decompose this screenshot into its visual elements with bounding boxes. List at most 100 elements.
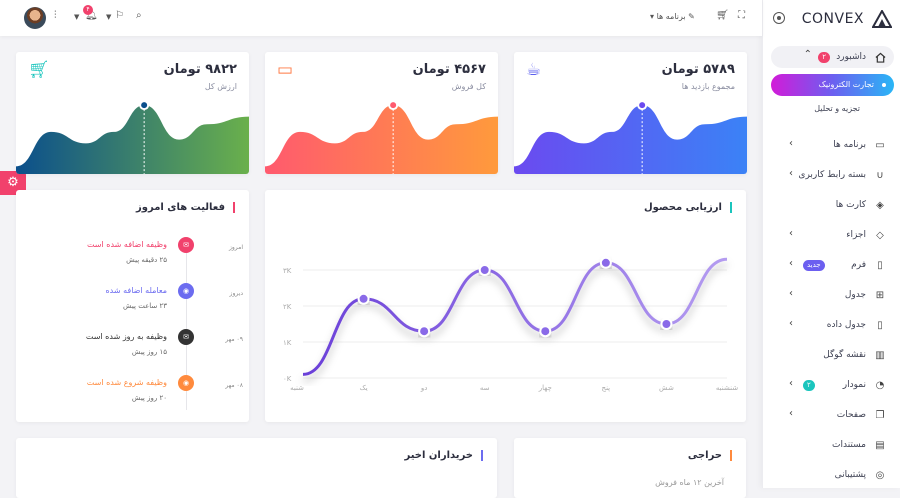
file-icon: ▯ (877, 259, 883, 271)
stat-wave-chart (265, 100, 498, 174)
edit-icon: ✎ (685, 12, 695, 21)
activity-date: ۰۸ مهر (225, 382, 243, 389)
activity-date: ۰۹ مهر (225, 336, 243, 343)
map-icon: ▥ (875, 349, 885, 361)
layers-icon: ◈ (876, 199, 884, 211)
chevron-left-icon: ‹ (789, 318, 793, 329)
magnet-icon: ∪ (876, 169, 884, 181)
card-title: فعالیت های امروز (136, 202, 235, 213)
y-tick-label: ۰K (283, 375, 292, 383)
pages-icon: ❐ (875, 409, 885, 421)
product-review-card: ارزیابی محصول ۰K ۱K ۲K ۳K شنبه یک دو سه چهار پنج ش… (265, 190, 746, 422)
sidebar-item-0[interactable]: ▭ برنامه ها ‹ (763, 130, 900, 160)
sidebar-item-3[interactable]: ◇ اجزاء ‹ (763, 220, 900, 250)
activity-item: وظیفه به روز شده است ۱۵ روز پیش ✉ ۰۹ مهر (29, 329, 249, 372)
data-point[interactable] (478, 264, 491, 276)
x-tick-label: یک (359, 384, 367, 392)
dashboard-badge: ۲ (818, 52, 830, 63)
stat-value: ۹۸۲۲ تومان (163, 62, 237, 77)
card-subtitle: آخرین ۱۲ ماه فروش (655, 478, 724, 487)
sidebar-item-6[interactable]: ▯ جدول داده ‹ (763, 310, 900, 340)
sidebar-item-5[interactable]: ⊞ جدول ‹ (763, 280, 900, 310)
data-point[interactable] (418, 325, 431, 338)
x-tick-label: پنج (602, 384, 611, 392)
notif-dropdown-icon[interactable]: ▼ (74, 13, 79, 21)
flag-icon[interactable]: ⚐ (115, 10, 124, 21)
data-point[interactable] (599, 256, 612, 269)
y-tick-label: ۲K (283, 303, 292, 311)
sidebar-item-11[interactable]: ◎ پشتیبانی (763, 460, 900, 490)
apps-menu[interactable]: ✎ برنامه ها ▾ (650, 12, 695, 21)
sliders-icon[interactable]: ⫶ (54, 10, 57, 21)
activity-card: فعالیت های امروز وظیفه اضافه شده است ۲۵ … (16, 190, 249, 422)
stat-value: ۴۵۶۷ تومان (412, 62, 486, 77)
cart-icon: 🛒︎ (28, 60, 50, 80)
sidebar-item-label: داشبورد (836, 52, 866, 62)
coffee-icon: ☕︎ (526, 60, 542, 80)
stat-wave-chart (514, 100, 747, 174)
stat-card-1: ۴۵۶۷ تومان کل فروش ▭ (265, 52, 498, 174)
cart-icon[interactable]: 🛒︎ (716, 10, 729, 21)
eye-icon: ◉ (178, 283, 194, 299)
fullscreen-icon[interactable]: ⛶ (738, 10, 745, 21)
flag-dropdown-icon[interactable]: ▼ (106, 13, 111, 21)
sidebar-item-label: نقشه گوگل (823, 350, 866, 360)
sidebar-nav: داشبورد ۲ ⌃ تجارت الکترونیک تجزیه و تحلی… (763, 46, 900, 490)
stat-value: ۵۷۸۹ تومان (661, 62, 735, 77)
sidebar-item-label: فرم (851, 260, 866, 270)
chevron-left-icon: ‹ (789, 378, 793, 389)
sidebar-item-label: جدول داده (826, 320, 866, 330)
sidebar-item-badge: جدید (803, 260, 825, 271)
product-review-chart: ۰K ۱K ۲K ۳K شنبه یک دو سه چهار پنج شش شنشنبه (283, 256, 738, 392)
auction-card: حراجی آخرین ۱۲ ماه فروش (514, 438, 746, 498)
sidebar-subitem-analytics[interactable]: تجزیه و تحلیل (763, 96, 900, 122)
stat-card-2: ۹۸۲۲ تومان ارزش کل 🛒︎ (16, 52, 249, 174)
brand: CONVEX (771, 8, 892, 32)
monitor-icon: ▭ (875, 139, 885, 151)
activity-item: وظیفه شروع شده است ۲۰ روز پیش ◉ ۰۸ مهر (29, 375, 249, 418)
activity-text: وظیفه اضافه شده است (86, 240, 167, 249)
sidebar-item-1[interactable]: ∪ بسته رابط کاربری ‹ (763, 160, 900, 190)
sidebar-item-label: نمودار (842, 380, 866, 390)
avatar[interactable] (24, 7, 46, 29)
chevron-left-icon: ‹ (789, 228, 793, 239)
activity-time: ۲۵ دقیقه پیش (126, 256, 167, 264)
sidebar-item-8[interactable]: ◔ نمودار ۲ ‹ (763, 370, 900, 400)
data-point[interactable] (357, 292, 370, 305)
notification-badge: ۴ (83, 5, 93, 15)
x-tick-label: شنشنبه (716, 384, 738, 392)
sidebar-item-label: جدول (844, 290, 866, 300)
mail-icon: ✉ (178, 237, 194, 253)
sidebar-item-label: پشتیبانی (834, 470, 866, 480)
lifebuoy-icon: ◎ (875, 469, 885, 481)
data-point[interactable] (660, 318, 673, 330)
sidebar-subitem-ecommerce[interactable]: تجارت الکترونیک (771, 74, 894, 96)
search-icon[interactable]: ⌕ (136, 10, 142, 21)
sidebar-item-dashboard[interactable]: داشبورد ۲ ⌃ (771, 46, 894, 68)
activity-text: وظیفه به روز شده است (85, 332, 167, 341)
activity-date: امروز (229, 244, 243, 251)
recent-buyers-card: خریداران اخیر (16, 438, 497, 498)
grid-icon: ⊞ (875, 289, 885, 301)
activity-item: معامله اضافه شده ۲۳ ساعت پیش ◉ دیروز (29, 283, 249, 326)
sidebar-item-2[interactable]: ◈ کارت ها (763, 190, 900, 220)
chevron-left-icon: ‹ (789, 288, 793, 299)
topbar: ⫶ ▼ 🔔︎ ۴ ▼ ⚐ ⌕ ✎ برنامه ها ▾ 🛒︎ ⛶ (0, 0, 762, 36)
activity-time: ۲۰ روز پیش (131, 394, 167, 402)
sidebar-toggle-icon[interactable] (773, 12, 785, 24)
sidebar: CONVEX داشبورد ۲ ⌃ تجارت الکترونیک تجزیه… (762, 0, 900, 488)
sidebar-item-7[interactable]: ▥ نقشه گوگل (763, 340, 900, 370)
sidebar-item-10[interactable]: ▤ مستندات (763, 430, 900, 460)
chevron-left-icon: ‹ (789, 168, 793, 179)
series-line (302, 257, 728, 376)
sidebar-item-9[interactable]: ❐ صفحات ‹ (763, 400, 900, 430)
sidebar-item-4[interactable]: ▯ فرم جدید ‹ (763, 250, 900, 280)
y-tick-label: ۳K (283, 267, 292, 275)
sidebar-item-label: برنامه ها (833, 140, 866, 150)
activity-text: وظیفه شروع شده است (86, 378, 167, 387)
data-point[interactable] (539, 325, 552, 338)
card-title: حراجی (688, 450, 732, 461)
stat-card-0: ۵۷۸۹ تومان مجموع بازدید ها ☕︎ (514, 52, 747, 174)
card-title: خریداران اخیر (404, 450, 483, 461)
x-tick-label: دو (420, 384, 428, 392)
